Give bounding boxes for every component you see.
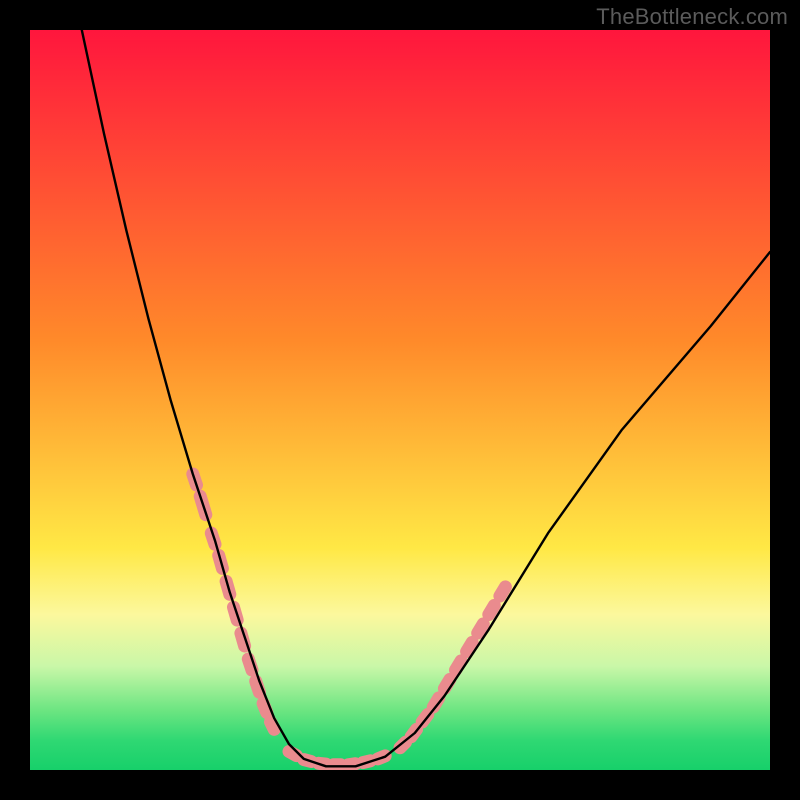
plot-area bbox=[30, 30, 770, 770]
gradient-background bbox=[30, 30, 770, 770]
valley-floor-dash bbox=[289, 752, 296, 756]
right-ascent-dashes-dash bbox=[467, 642, 473, 651]
right-ascent-dashes-dash bbox=[489, 605, 495, 614]
watermark-text: TheBottleneck.com bbox=[596, 4, 788, 30]
right-ascent-dashes-dash bbox=[500, 587, 506, 596]
left-descent-dashes-dash bbox=[263, 703, 267, 712]
right-ascent-dashes-dash bbox=[478, 624, 484, 633]
bottleneck-chart bbox=[30, 30, 770, 770]
left-descent-dashes-dash bbox=[271, 722, 275, 729]
valley-floor-dash bbox=[348, 764, 355, 765]
right-ascent-dashes-dash bbox=[456, 661, 462, 670]
